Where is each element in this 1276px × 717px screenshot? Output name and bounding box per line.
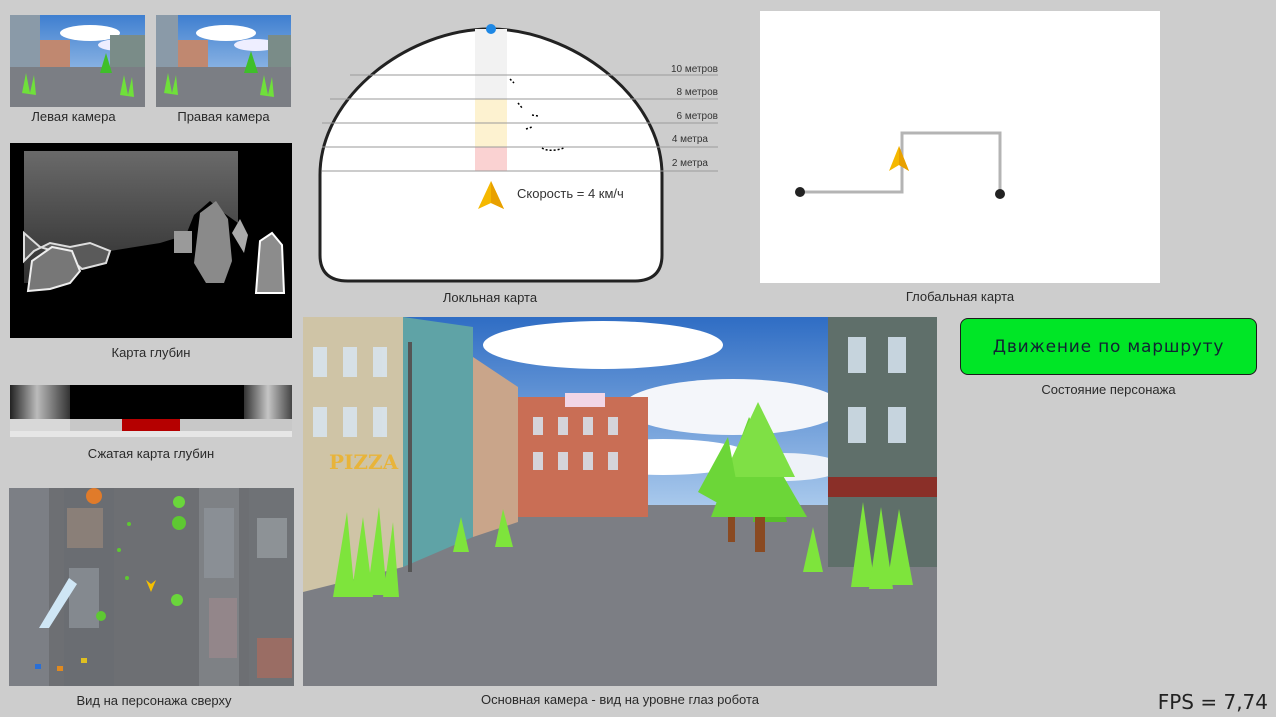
distance-label-2m: 2 метра — [671, 158, 708, 169]
local-map-label: Локльная карта — [442, 290, 538, 305]
main-camera-view: PIZZA — [303, 317, 937, 686]
distance-label-8m: 8 метров — [676, 87, 718, 98]
character-state-label: Состояние персонажа — [1041, 382, 1176, 397]
distance-label-10m: 10 метров — [670, 64, 718, 75]
top-view-camera — [9, 488, 294, 686]
right-camera-view — [156, 15, 291, 107]
compressed-depth-map-view — [10, 385, 292, 437]
depth-map-view — [10, 143, 292, 338]
character-state-button[interactable]: Движение по маршруту — [960, 318, 1257, 375]
top-view-label: Вид на персонажа сверху — [76, 693, 232, 708]
left-camera-view — [10, 15, 145, 107]
fps-counter: FPS = 7,74 — [1157, 690, 1268, 714]
left-camera-label: Левая камера — [31, 109, 116, 124]
distance-label-4m: 4 метра — [671, 134, 708, 145]
pizza-shop-sign: PIZZA — [329, 450, 399, 474]
local-map-view: 10 метров 8 метров 6 метров 4 метра 2 ме… — [310, 15, 730, 287]
depth-map-label: Карта глубин — [111, 345, 191, 360]
global-map-label: Глобальная карта — [905, 289, 1015, 304]
global-map-view — [760, 11, 1160, 283]
right-camera-label: Правая камера — [177, 109, 270, 124]
compressed-depth-map-label: Сжатая карта глубин — [87, 446, 215, 461]
distance-label-6m: 6 метров — [676, 111, 718, 122]
main-camera-label: Основная камера - вид на уровне глаз роб… — [480, 692, 760, 707]
speed-readout: Скорость = 4 км/ч — [517, 186, 624, 201]
